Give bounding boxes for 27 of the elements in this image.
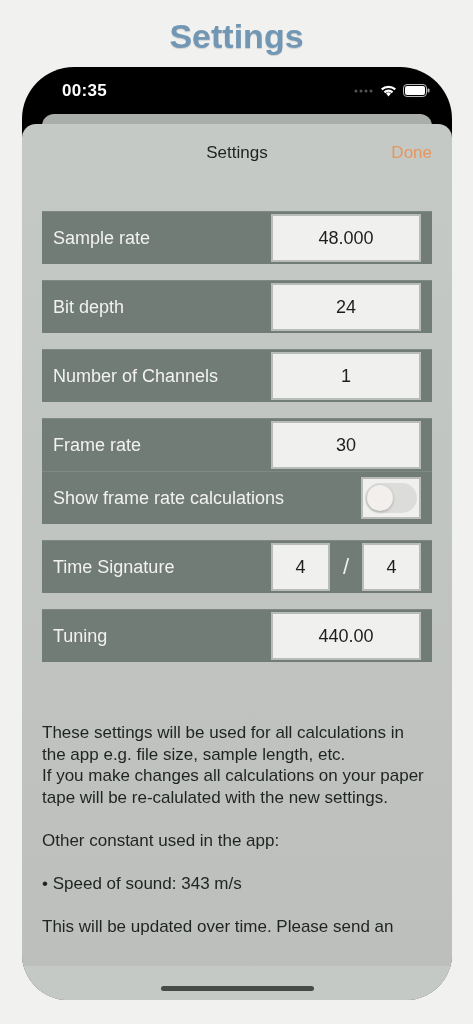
value-field[interactable]: 440.00 <box>271 612 421 660</box>
nav-title: Settings <box>206 143 268 163</box>
note-text: This will be updated over time. Please send an <box>42 915 395 937</box>
wifi-icon <box>380 84 397 97</box>
battery-icon <box>403 84 430 97</box>
toggle-switch[interactable] <box>365 483 417 513</box>
separator: / <box>341 554 351 580</box>
value-field[interactable]: 48.000 <box>271 214 421 262</box>
value-field[interactable]: 24 <box>271 283 421 331</box>
setting-label: Time Signature <box>53 556 176 578</box>
note-text: If you make changes all calculations on your paper tape will be re-calulated with the new settings. <box>42 765 425 808</box>
note-text: Other constant used in the app: <box>42 829 281 851</box>
setting-label: Sample rate <box>53 227 152 249</box>
note-text: These settings will be used for all calculations in the app e.g. file size, sample length, etc. <box>42 722 405 765</box>
value-field[interactable]: 30 <box>271 421 421 469</box>
setting-label: Frame rate <box>53 434 143 456</box>
note-text: • Speed of sound: 343 m/s <box>42 872 243 894</box>
value-field[interactable]: 4 <box>362 543 421 591</box>
page-title: Settings <box>169 16 304 56</box>
setting-label: Tuning <box>53 625 109 647</box>
setting-label: Number of Channels <box>53 365 220 387</box>
status-time: 00:35 <box>62 80 108 101</box>
value-field[interactable]: 1 <box>271 352 421 400</box>
setting-label: Bit depth <box>53 296 126 318</box>
signal-icon <box>354 88 374 93</box>
value-field[interactable]: 4 <box>271 543 330 591</box>
setting-label: Show frame rate calculations <box>53 487 286 509</box>
